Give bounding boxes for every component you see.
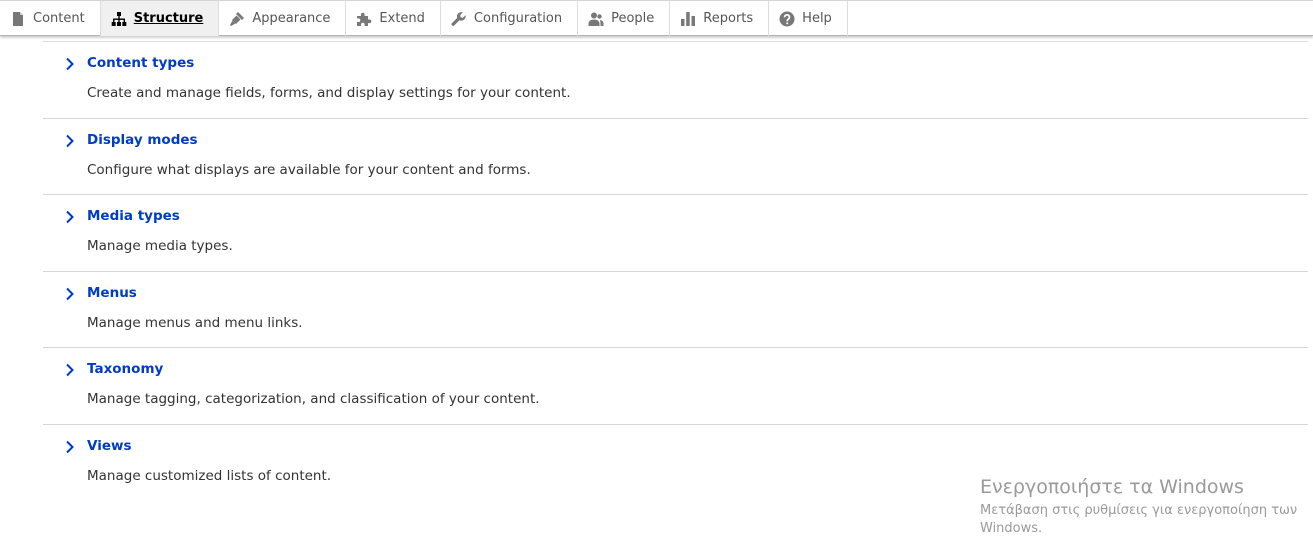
tab-label: Extend [379, 11, 425, 26]
watermark-title: Ενεργοποιήστε τα Windows [980, 476, 1244, 498]
admin-toolbar: Content Structure Appearance Extend Conf… [0, 0, 1313, 36]
tab-label: Configuration [473, 11, 563, 26]
display-modes-link[interactable]: Display modes [87, 132, 198, 148]
paintbrush-icon [229, 11, 245, 27]
watermark-subtitle: Μετάβαση στις ρυθμίσεις για ενεργοποίηση… [980, 503, 1298, 518]
list-item: Media types Manage media types. [43, 194, 1308, 271]
wrench-icon [451, 11, 467, 27]
item-description: Manage customized lists of content. [87, 467, 332, 484]
chevron-right-icon [65, 363, 77, 377]
tab-label: Content [33, 11, 85, 26]
tab-label: Structure [133, 11, 204, 26]
item-description: Manage tagging, categorization, and clas… [87, 391, 540, 408]
chevron-right-icon [65, 287, 77, 301]
watermark-subtitle-continued: Windows. [980, 521, 1043, 536]
people-icon [588, 11, 604, 27]
tab-label: People [611, 11, 655, 26]
item-description: Configure what displays are available fo… [87, 161, 531, 178]
tab-reports[interactable]: Reports [670, 1, 770, 36]
bar-chart-icon [680, 11, 696, 27]
tab-appearance[interactable]: Appearance [219, 1, 347, 36]
item-description: Manage menus and menu links. [87, 314, 303, 331]
tab-help[interactable]: Help [769, 1, 848, 36]
tab-extend[interactable]: Extend [346, 1, 441, 36]
tab-people[interactable]: People [578, 1, 671, 36]
tab-label: Appearance [252, 11, 331, 26]
chevron-right-icon [65, 57, 77, 71]
list-item: Content types Create and manage fields, … [43, 41, 1308, 118]
item-description: Manage media types. [87, 238, 233, 255]
puzzle-icon [356, 11, 372, 27]
tab-structure[interactable]: Structure [100, 1, 220, 36]
tab-content[interactable]: Content [0, 1, 101, 36]
list-item: Display modes Configure what displays ar… [43, 117, 1308, 195]
list-item: Taxonomy Manage tagging, categorization,… [43, 347, 1308, 424]
chevron-right-icon [65, 440, 77, 454]
structure-admin-list: Content types Create and manage fields, … [43, 41, 1308, 501]
views-link[interactable]: Views [87, 438, 132, 454]
tab-configuration[interactable]: Configuration [441, 1, 579, 36]
media-types-link[interactable]: Media types [87, 208, 180, 224]
tab-label: Reports [703, 11, 754, 26]
help-icon [779, 11, 795, 27]
sitemap-icon [111, 11, 127, 27]
taxonomy-link[interactable]: Taxonomy [87, 361, 163, 377]
menus-link[interactable]: Menus [87, 285, 137, 301]
chevron-right-icon [65, 134, 77, 148]
chevron-right-icon [65, 210, 77, 224]
file-icon [10, 11, 26, 27]
item-description: Create and manage fields, forms, and dis… [87, 85, 571, 101]
content-types-link[interactable]: Content types [87, 55, 194, 71]
list-item: Menus Manage menus and menu links. [43, 270, 1308, 348]
tab-label: Help [802, 11, 832, 26]
